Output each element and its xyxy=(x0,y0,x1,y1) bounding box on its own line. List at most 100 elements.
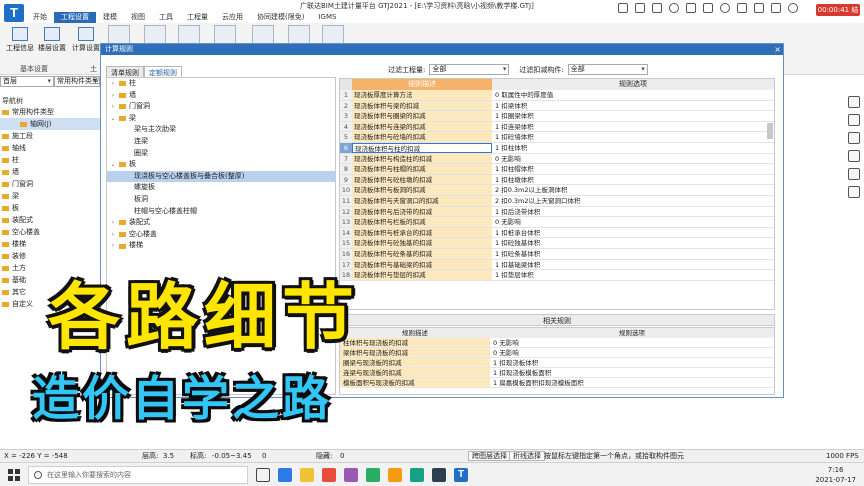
zoom-icon[interactable] xyxy=(848,186,860,198)
nav-tree-item[interactable]: 常用构件类型 xyxy=(0,106,100,118)
taskbar-search-input[interactable]: 在这里输入你要搜索的内容 xyxy=(28,466,248,484)
table-row[interactable]: 3 现浇板体积与圈梁的扣减 1 扣圈梁体积 xyxy=(340,111,774,122)
rule-option-cell[interactable]: 0 无影响 xyxy=(492,217,774,227)
rule-option-cell[interactable]: 2 扣0.3m2以上板洞体积 xyxy=(492,185,774,195)
pen-icon[interactable] xyxy=(618,3,628,13)
table-row[interactable]: 18 现浇板体积与垫层的扣减 1 扣垫层体积 xyxy=(340,270,774,281)
table-row[interactable]: 连梁与现浇板的扣减 1 扣现浇板模板面积 xyxy=(340,368,774,378)
expand-icon[interactable]: › xyxy=(110,78,116,90)
rule-tree-item[interactable]: › 楼梯 xyxy=(107,240,335,252)
expand-icon[interactable]: › xyxy=(110,217,116,229)
rule-tree-item[interactable]: 柱帽与空心楼盖柱帽 xyxy=(107,206,335,218)
floor-settings-button[interactable]: 楼层设置 xyxy=(34,27,70,53)
ribbon-tab[interactable]: 协同建模(限免) xyxy=(250,12,311,23)
rule-option-cell[interactable]: 1 扣柱帽体积 xyxy=(492,164,774,174)
nav-tree-item[interactable]: 门窗洞 xyxy=(0,178,100,190)
rectangle-icon[interactable] xyxy=(652,3,662,13)
pause-icon[interactable] xyxy=(788,3,798,13)
rule-tree-item[interactable]: ⌄ 梁 xyxy=(107,113,335,125)
rule-tree-item[interactable]: › 装配式 xyxy=(107,217,335,229)
edge-browser-icon[interactable] xyxy=(278,468,292,482)
table-row[interactable]: 13 现浇板体积与栏板的扣减 0 无影响 xyxy=(340,217,774,228)
floor-select[interactable]: 首层 xyxy=(0,76,54,87)
ribbon-tab[interactable]: 开始 xyxy=(26,12,54,23)
rule-option-cell[interactable]: 1 扣砼条基体积 xyxy=(492,249,774,259)
app-red-icon[interactable] xyxy=(322,468,336,482)
rule-tree-item[interactable]: ⌄ 板 xyxy=(107,159,335,171)
table-row[interactable]: 16 现浇板体积与砼条基的扣减 1 扣砼条基体积 xyxy=(340,248,774,260)
rule-tree-item[interactable]: › 墙 xyxy=(107,90,335,102)
table-row[interactable]: 1 现浇板厚度计算方法 0 取属性中的厚度值 xyxy=(340,90,774,101)
rule-option-cell[interactable]: 1 扣基础梁体积 xyxy=(492,260,774,270)
expand-icon[interactable]: › xyxy=(110,229,116,241)
circle-icon[interactable] xyxy=(669,3,679,13)
nav-tree-item[interactable]: 板 xyxy=(0,202,100,214)
nav-tree-item[interactable]: 装配式 xyxy=(0,214,100,226)
table-row[interactable]: 7 现浇板体积与构造柱的扣减 0 无影响 xyxy=(340,153,774,165)
table-row[interactable]: 8 现浇板体积与柱帽的扣减 1 扣柱帽体积 xyxy=(340,164,774,175)
component-type-select[interactable]: 常用构件类型 xyxy=(54,76,100,87)
rule-tree-item[interactable]: 连梁 xyxy=(107,136,335,148)
table-row[interactable]: 12 现浇板体积与后浇带的扣减 1 扣后浇带体积 xyxy=(340,206,774,218)
rule-tree-item[interactable]: 板洞 xyxy=(107,194,335,206)
undo-icon[interactable] xyxy=(720,3,730,13)
nav-tree-item[interactable]: 柱 xyxy=(0,154,100,166)
rule-option-cell[interactable]: 1 扣砼墙体积 xyxy=(492,132,774,142)
expand-icon[interactable]: ⌄ xyxy=(110,113,116,125)
calc-settings-button[interactable]: 计算设置 xyxy=(68,27,104,53)
system-clock[interactable]: 7:16 2021-07-17 xyxy=(815,465,856,485)
close-icon[interactable]: × xyxy=(774,44,781,55)
speaker-icon[interactable] xyxy=(754,3,764,13)
rule-tree-item[interactable]: 梁与主次肋梁 xyxy=(107,124,335,136)
rule-option-cell[interactable]: 1 扣后浇带体积 xyxy=(492,207,774,217)
table-row[interactable]: 15 现浇板体积与砼独基的扣减 1 扣砼独基体积 xyxy=(340,238,774,249)
table-row[interactable]: 9 现浇板体积与砼柱墩的扣减 1 扣柱墩体积 xyxy=(340,174,774,186)
record-stop-button[interactable]: 00:00:41 结束 xyxy=(816,4,860,26)
ribbon-tab[interactable]: IGMS xyxy=(311,12,343,23)
rule-option-cell[interactable]: 1 扣柱墩体积 xyxy=(492,175,774,185)
layers-icon[interactable] xyxy=(848,114,860,126)
marker-icon[interactable] xyxy=(635,3,645,13)
nav-tree-item[interactable]: 楼梯 xyxy=(0,238,100,250)
app-dark-icon[interactable] xyxy=(432,468,446,482)
rule-tree-item[interactable]: 圈梁 xyxy=(107,148,335,160)
view-icon[interactable] xyxy=(848,132,860,144)
filter-qty-select[interactable]: 全部 xyxy=(429,64,510,75)
arrow-icon[interactable] xyxy=(686,3,696,13)
file-explorer-icon[interactable] xyxy=(300,468,314,482)
table-row[interactable]: 模板面积与现浇板的扣减 1 扁嘉模板面积扣现浇模板面积 xyxy=(340,378,774,388)
table-row[interactable]: 14 现浇板体积与桩承台的扣减 1 扣桩承台体积 xyxy=(340,227,774,239)
nav-tree-item[interactable]: 施工段 xyxy=(0,130,100,142)
ribbon-tab[interactable]: 工程设置 xyxy=(54,12,96,23)
orbit-icon[interactable] xyxy=(848,96,860,108)
ribbon-tab[interactable]: 云应用 xyxy=(215,12,250,23)
app-logo[interactable]: T xyxy=(4,4,24,22)
text-icon[interactable] xyxy=(703,3,713,13)
windows-start-icon[interactable] xyxy=(8,469,20,481)
rule-option-cell[interactable]: 2 扣0.3m2以上天窗洞口体积 xyxy=(492,196,774,206)
app-green-icon[interactable] xyxy=(366,468,380,482)
rule-tree-item[interactable]: › 空心楼盖 xyxy=(107,229,335,241)
rule-option-cell[interactable]: 1 扣桩承台体积 xyxy=(492,228,774,238)
nav-tree-item[interactable]: 墙 xyxy=(0,166,100,178)
ribbon-tab[interactable]: 建模 xyxy=(96,12,124,23)
cross-layer-select-button[interactable]: 跨图层选择 xyxy=(468,451,511,461)
rule-tree-item[interactable]: › 门窗洞 xyxy=(107,101,335,113)
gtj-app-icon[interactable]: T xyxy=(454,468,468,482)
app-purple-icon[interactable] xyxy=(344,468,358,482)
nav-tree-item[interactable]: 梁 xyxy=(0,190,100,202)
rule-tree-item[interactable]: 螺旋板 xyxy=(107,182,335,194)
table-row[interactable]: 10 现浇板体积与板洞的扣减 2 扣0.3m2以上板洞体积 xyxy=(340,185,774,196)
expand-icon[interactable]: › xyxy=(110,240,116,252)
rule-tree-item[interactable]: › 柱 xyxy=(107,78,335,90)
app-teal-icon[interactable] xyxy=(410,468,424,482)
ribbon-tab[interactable]: 工程量 xyxy=(180,12,215,23)
polyline-select-button[interactable]: 折线选择 xyxy=(509,451,545,461)
rule-option-cell[interactable]: 1 扣柱体积 xyxy=(492,143,774,153)
filter-comp-select[interactable]: 全部 xyxy=(567,64,648,75)
rule-tree-item[interactable]: 现浇板与空心楼盖板与叠合板(整厚) xyxy=(107,170,335,183)
nav-tree-item[interactable]: 轴线 xyxy=(0,142,100,154)
cube-icon[interactable] xyxy=(848,150,860,162)
nav-tree-item[interactable]: 空心楼盖 xyxy=(0,226,100,238)
ribbon-tab[interactable]: 视图 xyxy=(124,12,152,23)
